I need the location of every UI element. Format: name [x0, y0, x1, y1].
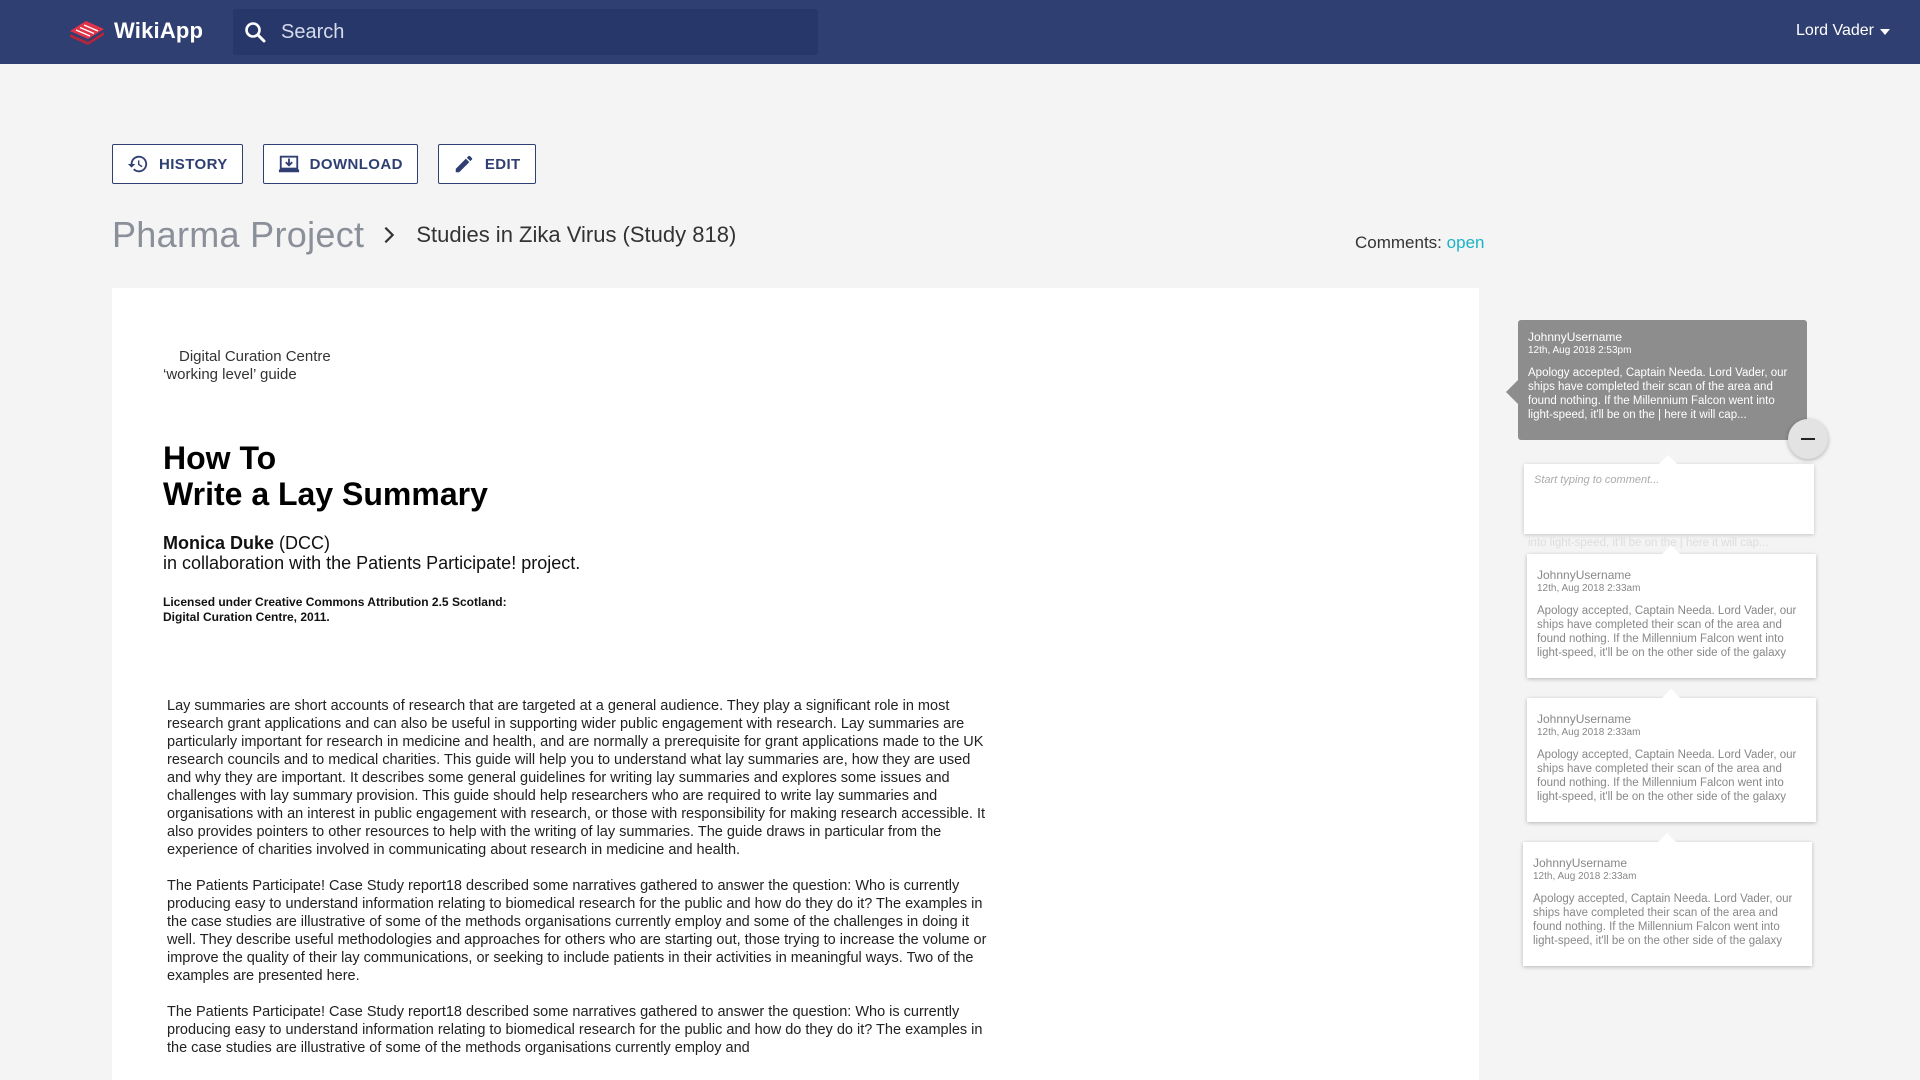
license-notice: Licensed under Creative Commons Attribut…: [163, 595, 1003, 625]
user-name: Lord Vader: [1796, 22, 1874, 39]
minus-icon: [1801, 438, 1815, 440]
download-button[interactable]: DOWNLOAD: [262, 144, 418, 184]
collaboration-line: in collaboration with the Patients Parti…: [163, 553, 581, 573]
pencil-icon: [455, 155, 473, 173]
search-bar[interactable]: [233, 9, 818, 55]
app-logo[interactable]: WikiApp: [68, 16, 203, 46]
comment-card[interactable]: JohnnyUsername 12th, Aug 2018 2:33am Apo…: [1527, 689, 1816, 822]
edit-label: EDIT: [484, 155, 521, 173]
document-title: How To Write a Lay Summary: [163, 440, 1003, 512]
comment-user: JohnnyUsername: [1533, 856, 1628, 870]
document-content: Digital Curation Centre ‘working level’ …: [163, 348, 1003, 1057]
author-affiliation: (DCC): [274, 533, 331, 553]
comments-status: Comments: open: [1355, 233, 1484, 253]
comment-date: 12th, Aug 2018 2:33am: [1537, 727, 1641, 738]
license-line-1: Licensed under Creative Commons Attribut…: [163, 595, 507, 609]
breadcrumb: Pharma Project Studies in Zika Virus (St…: [112, 214, 736, 256]
chevron-right-icon: [384, 226, 395, 244]
active-comment[interactable]: JohnnyUsername 12th, Aug 2018 2:53pm Apo…: [1506, 320, 1807, 440]
guide-type: ‘working level’ guide: [163, 366, 297, 383]
breadcrumb-current: Studies in Zika Virus (Study 818): [416, 222, 737, 247]
org-name: Digital Curation Centre: [179, 348, 331, 365]
download-label: DOWNLOAD: [309, 155, 403, 173]
comments-status-value[interactable]: open: [1447, 233, 1485, 252]
history-button[interactable]: HISTORY: [112, 144, 243, 184]
top-bar: WikiApp Lord Vader: [0, 0, 1920, 64]
search-input[interactable]: [281, 20, 781, 44]
body-paragraph: The Patients Participate! Case Study rep…: [167, 878, 987, 984]
app-name: WikiApp: [114, 18, 204, 43]
author-line: Monica Duke (DCC): [163, 533, 1003, 553]
comment-user: JohnnyUsername: [1528, 330, 1623, 344]
comment-body: Apology accepted, Captain Needa. Lord Va…: [1533, 893, 1793, 947]
document-page: Digital Curation Centre ‘working level’ …: [112, 288, 1479, 1080]
comment-date: 12th, Aug 2018 2:33am: [1537, 583, 1641, 594]
edit-button[interactable]: EDIT: [437, 144, 536, 184]
comment-card[interactable]: JohnnyUsername 12th, Aug 2018 2:33am Apo…: [1527, 545, 1816, 678]
download-icon: [278, 155, 299, 173]
comment-date: 12th, Aug 2018 2:33am: [1533, 871, 1637, 882]
search-icon: [245, 22, 266, 43]
comment-user: JohnnyUsername: [1537, 568, 1632, 582]
new-comment-box: [1524, 455, 1814, 534]
comment-body: Apology accepted, Captain Needa. Lord Va…: [1528, 367, 1788, 421]
minimize-button[interactable]: [1788, 419, 1828, 459]
history-icon: [127, 155, 148, 173]
comment-card[interactable]: JohnnyUsername 12th, Aug 2018 2:33am Apo…: [1523, 833, 1812, 966]
user-menu[interactable]: Lord Vader: [1796, 22, 1890, 40]
comment-input[interactable]: [1534, 474, 1804, 524]
comment-user: JohnnyUsername: [1537, 712, 1632, 726]
comment-body: Apology accepted, Captain Needa. Lord Va…: [1537, 749, 1797, 803]
title-line-1: How To: [163, 440, 277, 476]
caret-down-icon: [1880, 29, 1890, 35]
wikiapp-logo-icon: [70, 21, 104, 45]
title-line-2: Write a Lay Summary: [163, 476, 488, 512]
breadcrumb-root[interactable]: Pharma Project: [112, 214, 364, 256]
license-line-2: Digital Curation Centre, 2011.: [163, 610, 330, 624]
history-label: HISTORY: [159, 155, 228, 173]
document-toolbar: HISTORY DOWNLOAD EDIT: [112, 144, 536, 184]
comment-body: Apology accepted, Captain Needa. Lord Va…: [1537, 605, 1797, 659]
comment-date: 12th, Aug 2018 2:53pm: [1528, 345, 1632, 356]
comments-status-label: Comments:: [1355, 233, 1442, 252]
author-name: Monica Duke: [163, 533, 275, 553]
body-paragraph: Lay summaries are short accounts of rese…: [167, 698, 986, 858]
body-paragraph: The Patients Participate! Case Study rep…: [167, 1004, 983, 1056]
